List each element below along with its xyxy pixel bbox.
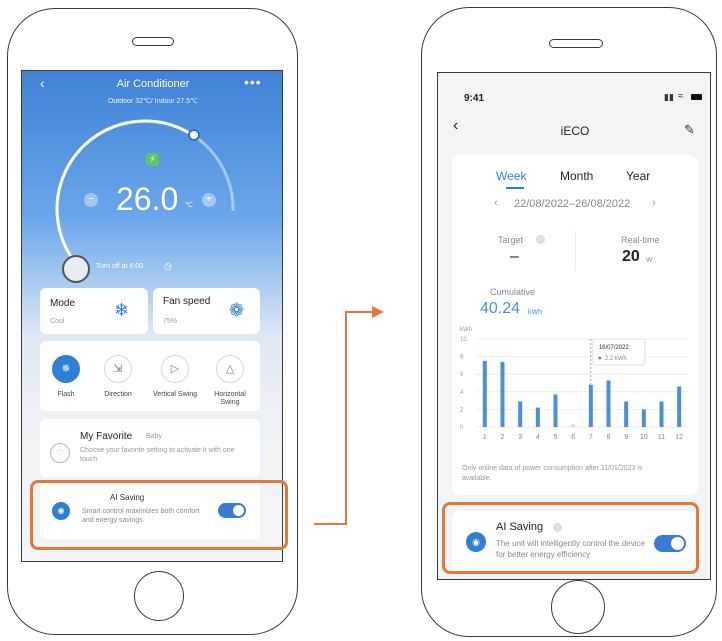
y-axis-label: kWh bbox=[460, 327, 472, 333]
x-tick-label: 4 bbox=[536, 434, 540, 441]
tooltip-value: 2.2 kWh bbox=[605, 356, 627, 362]
x-tick-label: 11 bbox=[658, 434, 665, 441]
chart-bar bbox=[624, 401, 629, 427]
chart-bar bbox=[659, 401, 664, 427]
x-tick-label: 6 bbox=[571, 434, 575, 441]
cumulative-unit: kWh bbox=[528, 309, 542, 316]
tooltip-date: 16/07/2022 bbox=[599, 345, 630, 351]
date-range: 22/08/2022–26/08/2022 bbox=[514, 198, 631, 210]
x-tick-label: 12 bbox=[675, 434, 683, 441]
y-tick-label: 8 bbox=[460, 355, 464, 361]
next-date-icon[interactable]: › bbox=[652, 197, 656, 209]
x-tick-label: 2 bbox=[501, 434, 505, 441]
chart-bar bbox=[606, 380, 611, 427]
prev-date-icon[interactable]: ‹ bbox=[494, 197, 498, 209]
right-phone-speaker bbox=[549, 39, 603, 48]
x-tick-label: 3 bbox=[518, 434, 522, 441]
tooltip-dot bbox=[598, 356, 602, 360]
signal-icon: ▮▮ bbox=[664, 92, 674, 102]
x-tick-label: 1 bbox=[483, 434, 487, 441]
tab-week[interactable]: Week bbox=[496, 169, 526, 183]
y-tick-label: 10 bbox=[460, 337, 467, 343]
page-title: iECO bbox=[560, 124, 590, 138]
y-tick-label: 2 bbox=[460, 407, 464, 413]
right-phone-home-button[interactable] bbox=[551, 580, 605, 634]
tab-week-underline bbox=[506, 187, 524, 189]
chart-bar bbox=[535, 407, 540, 427]
x-tick-label: 5 bbox=[554, 434, 558, 441]
status-time: 9:41 bbox=[464, 93, 485, 104]
tab-month[interactable]: Month bbox=[560, 169, 593, 183]
chart-bar bbox=[588, 384, 593, 427]
realtime-label: Real-time bbox=[621, 235, 660, 245]
energy-card: Week Month Year ‹ 22/08/2022–26/08/2022 … bbox=[452, 155, 698, 495]
chart-bar bbox=[641, 409, 646, 427]
consumption-note: Only online data of power consumption af… bbox=[462, 465, 643, 482]
y-tick-label: 0 bbox=[460, 425, 464, 431]
wifi-icon: ≈ bbox=[678, 91, 684, 102]
chart-bar bbox=[553, 394, 558, 427]
x-tick-label: 8 bbox=[607, 434, 611, 441]
chart-bar bbox=[518, 401, 523, 427]
report-icon[interactable]: ✎ bbox=[684, 122, 695, 138]
chart-bar bbox=[571, 424, 576, 427]
x-tick-label: 9 bbox=[624, 434, 628, 441]
energy-chart: kWh02468101 2 3 4 5 6 7 8 9 10 11 1216/07/20222.2 k… bbox=[460, 327, 688, 441]
realtime-unit: W bbox=[646, 257, 653, 264]
y-tick-label: 4 bbox=[460, 390, 464, 396]
target-value: – bbox=[510, 248, 519, 265]
stats-divider bbox=[575, 231, 576, 271]
cumulative-label: Cumulative bbox=[490, 287, 536, 297]
y-tick-label: 6 bbox=[460, 372, 464, 378]
chart-bar bbox=[500, 361, 505, 427]
chart-bar bbox=[677, 386, 682, 427]
x-tick-label: 10 bbox=[640, 434, 648, 441]
x-tick-label: 7 bbox=[589, 434, 593, 441]
realtime-value: 20 bbox=[622, 248, 640, 265]
chart-bar bbox=[482, 361, 487, 427]
target-info-icon[interactable]: › bbox=[536, 235, 545, 244]
right-ai-saving-highlight bbox=[442, 502, 699, 574]
target-label: Target bbox=[498, 235, 524, 245]
cumulative-value: 40.24 bbox=[480, 300, 521, 317]
battery-icon bbox=[691, 94, 702, 100]
tab-year[interactable]: Year bbox=[626, 169, 650, 183]
